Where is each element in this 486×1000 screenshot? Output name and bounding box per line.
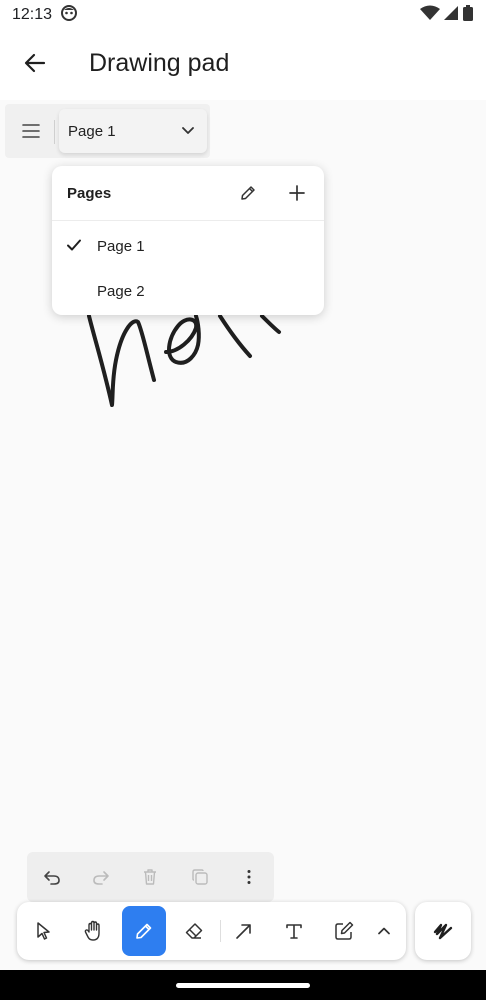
page-selector: Page 1 [5, 104, 210, 158]
plus-icon [289, 185, 305, 201]
add-page-button[interactable] [286, 182, 308, 204]
scribble-icon [433, 923, 453, 940]
note-icon [335, 921, 354, 940]
status-left: 12:13 [12, 4, 78, 27]
eraser-icon [185, 923, 203, 939]
delete-button[interactable] [139, 866, 161, 888]
page-title: Drawing pad [89, 49, 230, 77]
duplicate-icon [192, 869, 208, 885]
pen-icon [136, 923, 152, 939]
status-bar: 12:13 [0, 0, 486, 30]
system-nav-bar [0, 970, 486, 1000]
page-dropdown[interactable]: Page 1 [59, 109, 207, 153]
eraser-tool-button[interactable] [172, 906, 216, 956]
home-handle[interactable] [176, 983, 310, 988]
chevron-down-icon [181, 123, 195, 141]
pen-tool-button[interactable] [122, 906, 166, 956]
page-item-label: Page 2 [97, 283, 145, 300]
more-button[interactable] [238, 866, 260, 888]
redo-button[interactable] [90, 866, 112, 888]
arrow-icon [236, 924, 251, 939]
auto-draw-button[interactable] [415, 902, 471, 960]
pages-popup: Pages Page 1 Page 2 [52, 166, 324, 315]
edit-toolbar [27, 852, 274, 902]
tool-bar [17, 902, 406, 960]
more-vert-icon [247, 870, 251, 884]
app-bar: Drawing pad [0, 32, 486, 96]
status-time: 12:13 [12, 6, 53, 23]
undo-icon [44, 871, 60, 885]
redo-icon [93, 871, 109, 885]
hand-tool-button[interactable] [72, 906, 116, 956]
arrow-left-icon [24, 53, 46, 73]
duplicate-button[interactable] [189, 866, 211, 888]
popup-title: Pages [67, 185, 112, 202]
rename-page-button[interactable] [237, 182, 259, 204]
select-tool-button[interactable] [22, 906, 66, 956]
text-tool-button[interactable] [272, 906, 316, 956]
menu-button[interactable] [19, 120, 43, 142]
text-icon [286, 924, 302, 939]
check-icon [66, 237, 82, 258]
pencil-icon [241, 186, 255, 200]
signal-icon [443, 5, 459, 26]
battery-icon [462, 4, 474, 27]
wifi-icon [420, 5, 440, 26]
expand-tools-button[interactable] [364, 906, 404, 956]
delete-icon [144, 869, 156, 885]
page-item-label: Page 1 [97, 238, 145, 255]
current-page-label: Page 1 [68, 122, 116, 140]
select-icon [37, 922, 50, 940]
tool-divider [220, 920, 221, 942]
status-right [420, 4, 474, 27]
back-button[interactable] [18, 46, 52, 80]
selector-divider [54, 120, 55, 144]
note-tool-button[interactable] [322, 906, 366, 956]
page-item-1[interactable]: Page 1 [52, 224, 324, 268]
popup-header: Pages [52, 166, 324, 221]
arrow-tool-button[interactable] [222, 906, 266, 956]
hand-icon [84, 920, 100, 941]
chevron-up-icon [378, 927, 390, 935]
page-item-2[interactable]: Page 2 [52, 269, 324, 313]
hamburger-menu-icon [22, 124, 40, 138]
app-notification-icon [60, 4, 78, 27]
undo-button[interactable] [41, 866, 63, 888]
